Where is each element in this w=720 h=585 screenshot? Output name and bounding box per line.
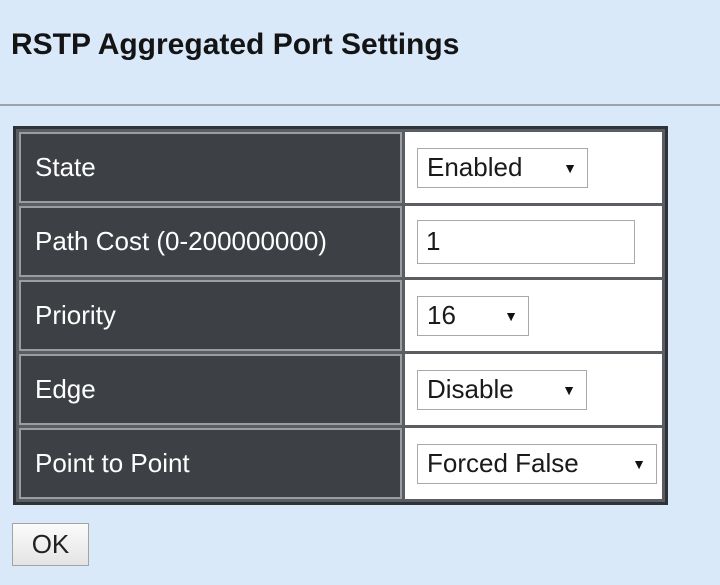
priority-select[interactable]: 16 ▼ [417, 295, 529, 336]
state-select[interactable]: Enabled ▼ [417, 147, 588, 188]
point-to-point-select[interactable]: Forced False ▼ [417, 443, 657, 484]
point-to-point-value-cell: Forced False ▼ [405, 428, 662, 499]
path-cost-value-cell: 1 [405, 206, 662, 277]
edge-value-cell: Disable ▼ [405, 354, 662, 425]
edge-select-value: Disable [427, 374, 514, 404]
chevron-down-icon: ▼ [562, 381, 576, 398]
edge-label: Edge [19, 354, 402, 425]
divider [0, 104, 720, 106]
path-cost-label: Path Cost (0-200000000) [19, 206, 402, 277]
edge-select[interactable]: Disable ▼ [417, 369, 587, 410]
chevron-down-icon: ▼ [632, 455, 646, 472]
state-select-value: Enabled [427, 152, 523, 182]
point-to-point-select-value: Forced False [427, 448, 579, 478]
path-cost-row: Path Cost (0-200000000) 1 [19, 206, 662, 277]
priority-label: Priority [19, 280, 402, 351]
priority-value-cell: 16 ▼ [405, 280, 662, 351]
state-value-cell: Enabled ▼ [405, 132, 662, 203]
priority-row: Priority 16 ▼ [19, 280, 662, 351]
state-label: State [19, 132, 402, 203]
state-row: State Enabled ▼ [19, 132, 662, 203]
settings-table: State Enabled ▼ Path Cost (0-200000000) … [13, 126, 668, 505]
ok-button[interactable]: OK [12, 523, 89, 566]
chevron-down-icon: ▼ [563, 159, 577, 176]
edge-row: Edge Disable ▼ [19, 354, 662, 425]
path-cost-input[interactable]: 1 [417, 219, 635, 264]
chevron-down-icon: ▼ [504, 307, 518, 324]
point-to-point-row: Point to Point Forced False ▼ [19, 428, 662, 499]
priority-select-value: 16 [427, 300, 456, 330]
point-to-point-label: Point to Point [19, 428, 402, 499]
page-title: RSTP Aggregated Port Settings [11, 28, 460, 61]
